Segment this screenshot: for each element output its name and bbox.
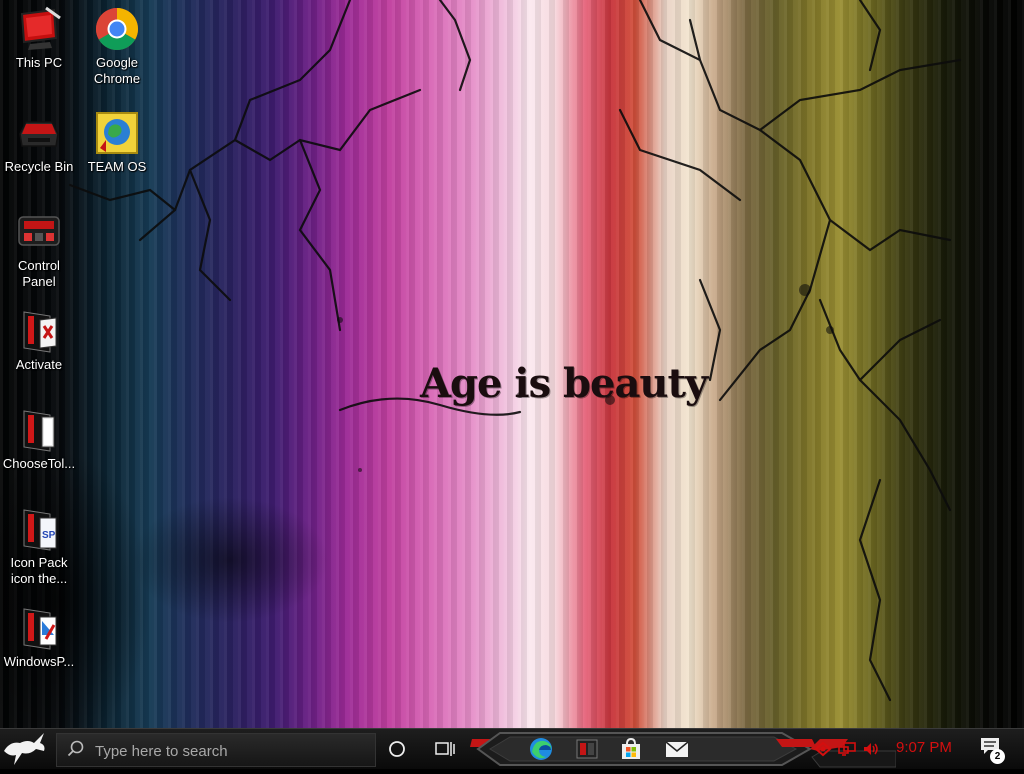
chrome-icon: [95, 7, 139, 51]
desktop-icon-label: Control Panel: [18, 258, 60, 289]
this-pc-icon: [20, 6, 61, 50]
desktop-icon-label: ChooseTol...: [2, 456, 76, 471]
start-button[interactable]: [0, 729, 52, 769]
cortana-button[interactable]: [380, 733, 414, 765]
search-input[interactable]: [93, 740, 367, 762]
taskbar-store-button[interactable]: [614, 733, 648, 765]
activate-icon: [23, 311, 57, 353]
desktop-icon-control-panel[interactable]: Control Panel: [0, 203, 78, 290]
tray-volume-button[interactable]: [860, 733, 882, 765]
svg-text:SP: SP: [42, 530, 56, 541]
choose-tool-icon: [23, 410, 55, 452]
tray-security-button[interactable]: [812, 733, 834, 765]
desktop-icon-windows-p[interactable]: WindowsP...: [0, 599, 78, 670]
volume-icon: [864, 743, 878, 755]
desktop-icon-team-os[interactable]: TEAM OS: [78, 104, 156, 175]
tray-network-button[interactable]: [836, 733, 858, 765]
search-icon: [67, 740, 84, 757]
control-panel-icon: [18, 216, 60, 246]
desktop-icon-label: Google Chrome: [93, 55, 141, 86]
cortana-circle-icon: [389, 741, 405, 757]
taskbar-clock[interactable]: 9:07 PM: [896, 739, 952, 756]
network-icon: [838, 742, 856, 756]
task-view-button[interactable]: [428, 733, 462, 765]
taskbar-edge-button[interactable]: [524, 733, 558, 765]
red-black-app-icon: [576, 739, 598, 759]
taskbar: 9:07 PM 2: [0, 728, 1024, 769]
mail-icon: [665, 741, 689, 757]
desktop-icon-label: Recycle Bin: [4, 159, 74, 174]
desktop-icon-label: TEAM OS: [87, 159, 147, 174]
icon-pack-icon: SP: [23, 509, 57, 551]
recycle-bin-icon: [19, 121, 59, 147]
desktop-icon-choose-tool[interactable]: ChooseTol...: [0, 401, 78, 472]
desktop-icon-label: Icon Pack icon the...: [10, 555, 68, 586]
store-icon: [622, 737, 640, 759]
puma-logo-icon: [4, 733, 45, 765]
taskbar-app-button[interactable]: [570, 733, 604, 765]
desktop-icon-icon-pack[interactable]: SP Icon Pack icon the...: [0, 500, 78, 587]
desktop-icon-google-chrome[interactable]: Google Chrome: [78, 0, 156, 87]
desktop-icon-recycle-bin[interactable]: Recycle Bin: [0, 104, 78, 175]
desktop-icon-label: Activate: [15, 357, 63, 372]
wallpaper-slogan: Age is beauty: [420, 360, 708, 407]
edge-icon: [530, 738, 552, 760]
search-box[interactable]: [56, 733, 376, 767]
taskbar-mail-button[interactable]: [660, 733, 694, 765]
desktop-icon-label: This PC: [15, 55, 63, 70]
windows-p-icon: [23, 608, 57, 650]
notification-count-badge: 2: [990, 749, 1005, 764]
desktop-icon-this-pc[interactable]: This PC: [0, 0, 78, 71]
security-shield-icon: [814, 741, 832, 757]
task-view-icon: [435, 742, 455, 756]
desktop-icon-label: WindowsP...: [3, 654, 75, 669]
team-os-icon: [96, 112, 138, 154]
action-center-button[interactable]: 2: [980, 737, 1006, 764]
desktop-icon-activate[interactable]: Activate: [0, 302, 78, 373]
